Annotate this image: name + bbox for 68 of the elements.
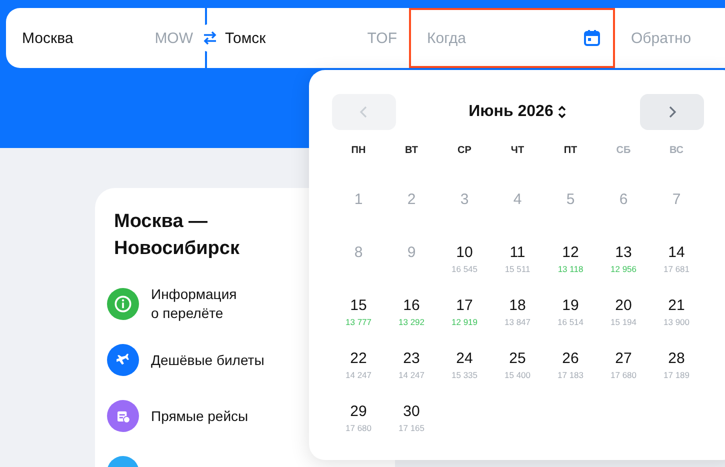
up-down-chevron-icon: [557, 104, 568, 120]
calendar-day[interactable]: 24 15 335: [438, 343, 491, 396]
destination-code: TOF: [367, 30, 397, 46]
calendar-day[interactable]: 12 13 118: [544, 237, 597, 290]
swap-icon: [203, 31, 217, 45]
day-price: 13 900: [664, 316, 690, 328]
calendar-icon: [583, 29, 601, 47]
calendar-day[interactable]: 27 17 680: [597, 343, 650, 396]
calendar-day[interactable]: 30 17 165: [385, 396, 438, 449]
calendar-day[interactable]: 25 15 400: [491, 343, 544, 396]
day-price: 14 247: [346, 369, 372, 381]
calendar-day[interactable]: 23 14 247: [385, 343, 438, 396]
weekday-label: СБ: [616, 144, 631, 158]
calendar-day[interactable]: 18 13 847: [491, 290, 544, 343]
day-price: 17 680: [610, 369, 636, 381]
day-price: 15 194: [610, 316, 636, 328]
calendar-day[interactable]: 16 13 292: [385, 290, 438, 343]
weekday-label: СР: [458, 144, 472, 158]
calendar-day[interactable]: 15 13 777: [332, 290, 385, 343]
calendar-day[interactable]: 17 12 919: [438, 290, 491, 343]
weekday-label: ПН: [351, 144, 366, 158]
airplane-icon: [107, 344, 139, 376]
route-link[interactable]: Дешёвые билеты: [151, 350, 264, 370]
weekday-label: ЧТ: [510, 144, 524, 158]
day-price: 14 247: [398, 369, 424, 381]
calendar-day[interactable]: 13 12 956: [597, 237, 650, 290]
calendar-day[interactable]: 21 13 900: [650, 290, 703, 343]
chevron-left-icon: [359, 105, 369, 119]
day-price: 13 777: [346, 316, 372, 328]
weekday-label: ВС: [669, 144, 684, 158]
month-selector[interactable]: Июнь 2026: [468, 103, 568, 121]
calendar-day[interactable]: 14 17 681: [650, 237, 703, 290]
calendar-day[interactable]: 26 17 183: [544, 343, 597, 396]
calendar-day[interactable]: 10 16 545: [438, 237, 491, 290]
origin-city: Москва: [22, 30, 74, 46]
day-price: 15 335: [452, 369, 478, 381]
calendar-day[interactable]: 11 15 511: [491, 237, 544, 290]
calendar-day[interactable]: 20 15 194: [597, 290, 650, 343]
calendar-day[interactable]: 28 17 189: [650, 343, 703, 396]
day-price: 13 292: [398, 316, 424, 328]
info-icon: [107, 288, 139, 320]
route-title: Москва — Новосибирск: [114, 210, 240, 261]
calendar-day[interactable]: 19 16 514: [544, 290, 597, 343]
day-price: 13 847: [504, 316, 530, 328]
day-price: 17 183: [558, 369, 584, 381]
date-field[interactable]: Когда: [409, 8, 615, 68]
day-price: 12 956: [610, 263, 636, 275]
day-price: 17 165: [398, 422, 424, 434]
day-price: 17 680: [346, 422, 372, 434]
weekday-label: ВТ: [405, 144, 418, 158]
weekday-label: ПТ: [564, 144, 578, 158]
calendar-day[interactable]: 22 14 247: [332, 343, 385, 396]
calendar-day[interactable]: 29 17 680: [332, 396, 385, 449]
day-price: 13 118: [558, 263, 584, 275]
route-link[interactable]: Информация о перелёте: [151, 285, 237, 323]
day-price: 17 189: [664, 369, 690, 381]
calendar-icon: [107, 400, 139, 432]
chevron-right-icon: [666, 105, 677, 119]
route-link[interactable]: Прямые рейсы: [151, 406, 248, 426]
day-price: 17 681: [664, 263, 690, 275]
day-price: 12 919: [452, 316, 478, 328]
next-month-button[interactable]: [640, 94, 704, 130]
day-price: 16 545: [452, 263, 478, 275]
origin-code: MOW: [154, 30, 194, 46]
day-price: 16 514: [558, 316, 584, 328]
day-price: 15 511: [504, 263, 530, 275]
day-price: 15 400: [504, 369, 530, 381]
destination-city: Томск: [225, 30, 267, 46]
